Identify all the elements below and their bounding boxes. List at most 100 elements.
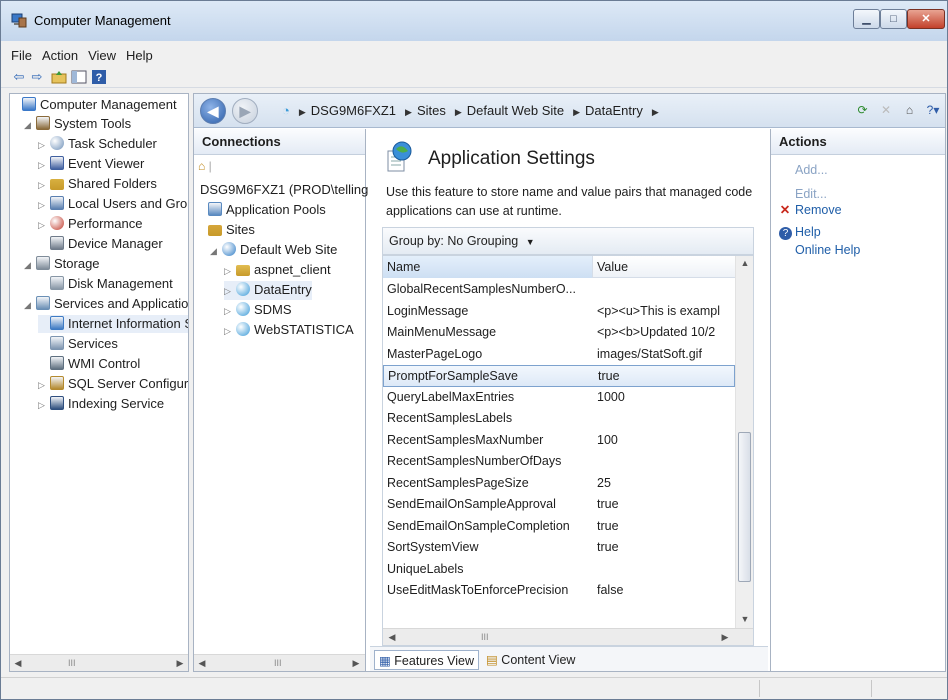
forward-button[interactable]: ▶: [232, 98, 258, 124]
expand-arrow-icon[interactable]: ▷: [38, 376, 50, 394]
action-remove[interactable]: ✕ Remove: [775, 201, 842, 220]
scroll-right-icon[interactable]: ▶: [350, 657, 362, 669]
grid-horizontal-scrollbar[interactable]: ◀ III ▶: [383, 628, 753, 645]
help-dropdown-icon[interactable]: ?▾: [925, 102, 941, 118]
back-button[interactable]: ◀: [200, 98, 226, 124]
maximize-button[interactable]: □: [880, 9, 907, 29]
group-by-select[interactable]: No Grouping ▼: [447, 234, 534, 248]
setting-row[interactable]: PromptForSampleSave true: [383, 365, 735, 387]
column-header-name[interactable]: Name: [383, 256, 593, 278]
breadcrumb-separator-icon[interactable]: ▶: [299, 107, 306, 117]
connection-item-application-pools[interactable]: Application Pools: [196, 201, 326, 219]
expand-arrow-icon[interactable]: ◢: [210, 242, 222, 260]
tree-item-services[interactable]: Services: [38, 335, 118, 353]
expand-arrow-icon[interactable]: ▷: [224, 302, 236, 320]
connection-item-default-web-site[interactable]: ◢ Default Web Site: [210, 241, 337, 260]
expand-arrow-icon[interactable]: ◢: [24, 256, 36, 274]
scroll-thumb[interactable]: [738, 432, 751, 582]
grid-vertical-scrollbar[interactable]: ▲ ▼: [735, 256, 753, 628]
setting-row[interactable]: MasterPageLogo images/StatSoft.gif: [383, 344, 735, 366]
forward-icon[interactable]: ⇨: [29, 69, 45, 85]
tree-item-indexing-service[interactable]: ▷ Indexing Service: [38, 395, 164, 414]
breadcrumb-item[interactable]: DataEntry: [585, 103, 643, 118]
connection-item-aspnet-client[interactable]: ▷ aspnet_client: [224, 261, 331, 280]
tree-item-storage[interactable]: ◢ Storage: [24, 255, 100, 274]
scroll-right-icon[interactable]: ▶: [174, 657, 186, 669]
connection-item-webstatistica[interactable]: ▷ WebSTATISTICA: [224, 321, 354, 340]
setting-row[interactable]: MainMenuMessage <p><b>Updated 10/2: [383, 322, 735, 344]
action-help[interactable]: ? Help: [775, 223, 821, 242]
tree-item-computer-management[interactable]: Computer Management: [10, 96, 177, 114]
menu-action[interactable]: Action: [38, 46, 82, 66]
tree-item-device-manager[interactable]: Device Manager: [38, 235, 163, 253]
setting-row[interactable]: SortSystemView true: [383, 537, 735, 559]
show-hide-tree-icon[interactable]: [71, 69, 87, 85]
breadcrumb-item[interactable]: Sites: [417, 103, 446, 118]
connections-horizontal-scrollbar[interactable]: ◀ III ▶: [194, 654, 365, 671]
refresh-icon[interactable]: ⟳: [855, 102, 871, 118]
setting-row[interactable]: RecentSamplesLabels: [383, 408, 735, 430]
back-icon[interactable]: ⇦: [11, 69, 27, 85]
setting-row[interactable]: GlobalRecentSamplesNumberO...: [383, 279, 735, 301]
setting-row[interactable]: SendEmailOnSampleCompletion true: [383, 516, 735, 538]
home-icon[interactable]: ⌂: [902, 102, 918, 118]
setting-row[interactable]: LoginMessage <p><u>This is exampl: [383, 301, 735, 323]
column-header-value[interactable]: Value: [593, 256, 735, 278]
setting-row[interactable]: SendEmailOnSampleApproval true: [383, 494, 735, 516]
create-connection-icon[interactable]: ⌂: [198, 159, 205, 173]
breadcrumb-separator-icon[interactable]: ▶: [455, 107, 462, 117]
scroll-left-icon[interactable]: ◀: [12, 657, 24, 669]
close-button[interactable]: ✕: [907, 9, 945, 29]
breadcrumb-separator-icon[interactable]: ▶: [573, 107, 580, 117]
connection-item-dsg9m6fxz1-prod-telling[interactable]: DSG9M6FXZ1 (PROD\telling: [200, 181, 368, 199]
breadcrumb-item[interactable]: DSG9M6FXZ1: [311, 103, 396, 118]
scroll-up-icon[interactable]: ▲: [739, 258, 751, 270]
tree-item-sql-server-configuration-manager[interactable]: ▷ SQL Server Configuration Manager: [38, 375, 188, 394]
minimize-button[interactable]: ▁: [853, 9, 880, 29]
action-online-help[interactable]: Online Help: [775, 241, 860, 260]
action-add[interactable]: Add...: [775, 161, 828, 180]
scroll-left-icon[interactable]: ◀: [196, 657, 208, 669]
tab-features-view[interactable]: ▦ Features View: [374, 650, 479, 670]
breadcrumb-separator-icon[interactable]: ▶: [652, 107, 659, 117]
menu-view[interactable]: View: [84, 46, 120, 66]
setting-row[interactable]: RecentSamplesNumberOfDays: [383, 451, 735, 473]
tree-horizontal-scrollbar[interactable]: ◀ III ▶: [10, 654, 188, 671]
tree-item-internet-information-services[interactable]: Internet Information Services: [38, 315, 188, 333]
connection-item-sdms[interactable]: ▷ SDMS: [224, 301, 292, 320]
breadcrumb-separator-icon[interactable]: ▶: [405, 107, 412, 117]
tab-content-view[interactable]: ▤ Content View: [482, 650, 579, 670]
setting-row[interactable]: QueryLabelMaxEntries 1000: [383, 387, 735, 409]
setting-row[interactable]: UniqueLabels: [383, 559, 735, 581]
expand-arrow-icon[interactable]: ▷: [38, 176, 50, 194]
help-toolbar-icon[interactable]: ?: [91, 69, 107, 85]
tree-item-performance[interactable]: ▷ Performance: [38, 215, 142, 234]
connection-item-sites[interactable]: Sites: [196, 221, 255, 239]
expand-arrow-icon[interactable]: ▷: [38, 156, 50, 174]
tree-item-services-and-applications[interactable]: ◢ Services and Applications: [24, 295, 188, 314]
tree-item-shared-folders[interactable]: ▷ Shared Folders: [38, 175, 157, 194]
scroll-left-icon[interactable]: ◀: [386, 631, 398, 643]
expand-arrow-icon[interactable]: ▷: [224, 322, 236, 340]
tree-item-disk-management[interactable]: Disk Management: [38, 275, 173, 293]
breadcrumb-item[interactable]: Default Web Site: [467, 103, 564, 118]
menu-help[interactable]: Help: [122, 46, 157, 66]
expand-arrow-icon[interactable]: ▷: [224, 282, 236, 300]
scroll-right-icon[interactable]: ▶: [719, 631, 731, 643]
expand-arrow-icon[interactable]: ▷: [224, 262, 236, 280]
scroll-down-icon[interactable]: ▼: [739, 614, 751, 626]
setting-row[interactable]: UseEditMaskToEnforcePrecision false: [383, 580, 735, 602]
tree-item-local-users-and-groups[interactable]: ▷ Local Users and Groups: [38, 195, 188, 214]
tree-item-wmi-control[interactable]: WMI Control: [38, 355, 140, 373]
stop-icon[interactable]: ✕: [878, 102, 894, 118]
menu-file[interactable]: File: [7, 46, 36, 66]
tree-item-event-viewer[interactable]: ▷ Event Viewer: [38, 155, 144, 174]
expand-arrow-icon[interactable]: ▷: [38, 136, 50, 154]
setting-row[interactable]: RecentSamplesPageSize 25: [383, 473, 735, 495]
expand-arrow-icon[interactable]: ▷: [38, 216, 50, 234]
expand-arrow-icon[interactable]: ◢: [24, 116, 36, 134]
expand-arrow-icon[interactable]: ▷: [38, 196, 50, 214]
tree-item-system-tools[interactable]: ◢ System Tools: [24, 115, 131, 134]
up-folder-icon[interactable]: [51, 69, 67, 85]
connection-item-dataentry[interactable]: ▷ DataEntry: [224, 281, 312, 300]
